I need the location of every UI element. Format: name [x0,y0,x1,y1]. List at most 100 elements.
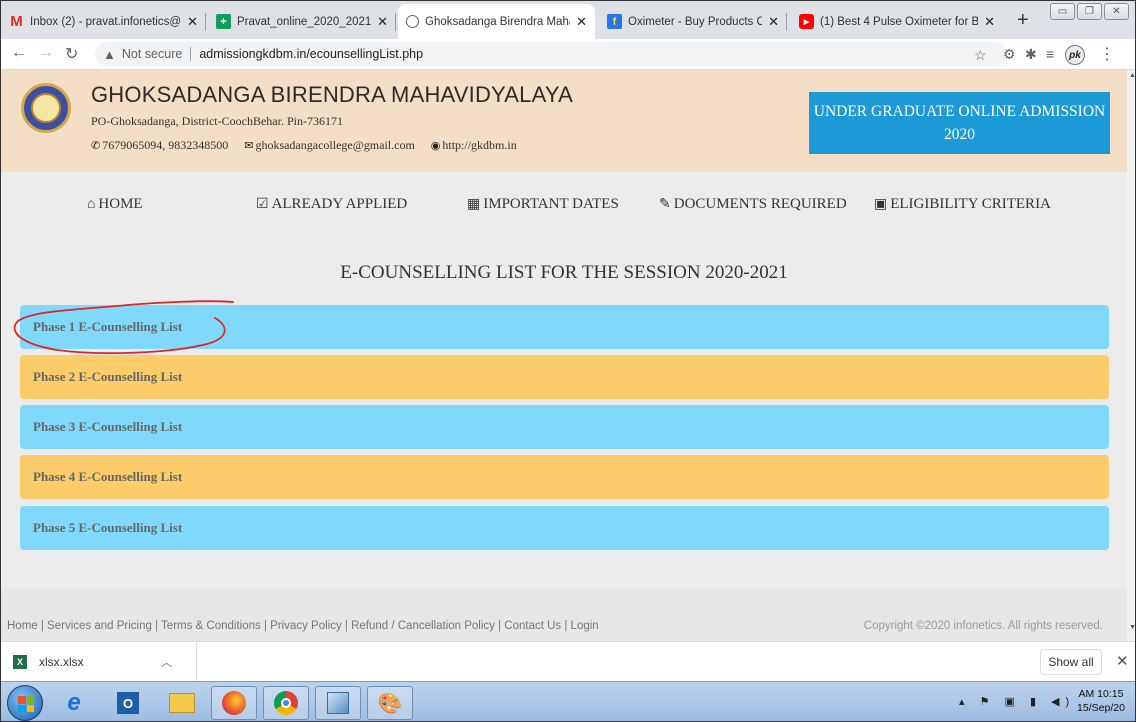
website-link[interactable]: http://gkdbm.in [442,138,516,153]
tab-title: Ghoksadanga Birendra Mahavid [425,15,570,28]
internet-explorer-icon[interactable]: e [51,686,97,720]
file-explorer-icon[interactable] [159,686,205,720]
browser-tab-strip: M Inbox (2) - pravat.infonetics@gm ✕ + P… [1,1,1135,39]
clock-time: AM 10:15 [1078,688,1124,700]
warning-triangle-icon: ▲ [103,46,116,62]
maximize-icon[interactable]: ❐ [1077,3,1102,20]
taskbar-clock[interactable]: AM 10:15 15/Sep/20 [1071,687,1131,715]
close-download-shelf-icon[interactable]: ✕ [1116,652,1129,670]
nav-documents-required[interactable]: ✎ DOCUMENTS REQUIRED [659,196,847,213]
edit-icon: ✎ [659,197,671,212]
forward-arrow-icon[interactable]: → [38,44,54,62]
phone-numbers: 7679065094, 9832348500 [102,138,229,152]
clock-date: 15/Sep/20 [1077,702,1125,714]
bookmark-star-icon[interactable]: ☆ [974,47,987,64]
reading-list-icon[interactable]: ≡ [1046,46,1054,62]
chrome-icon[interactable] [263,686,309,720]
chevron-up-icon[interactable]: ︿ [161,654,172,670]
scroll-up-arrow-icon[interactable]: ▲ [1129,72,1135,79]
close-tab-icon[interactable]: ✕ [377,14,388,30]
firefox-icon[interactable] [211,686,257,720]
nav-already-applied[interactable]: ☑ ALREADY APPLIED [256,196,407,213]
minimize-icon[interactable]: ▭ [1050,3,1075,20]
app-window-icon[interactable] [315,686,361,720]
nav-label: ELIGIBILITY CRITERIA [890,196,1051,212]
download-file-name: xlsx.xlsx [39,655,84,669]
site-header: GHOKSADANGA BIRENDRA MAHAVIDYALAYA PO-Gh… [1,70,1127,172]
footer-copyright: Copyright ©2020 infonetics. All rights r… [863,620,1103,632]
start-button[interactable] [7,685,43,721]
page-scrollbar[interactable]: ▲ ▼ [1127,70,1135,641]
profile-avatar[interactable]: pk [1065,45,1085,65]
browser-toolbar: ← → ↻ ▲ Not secure admissiongkdbm.in/eco… [1,39,1135,70]
tab-flipkart[interactable]: f Oximeter - Buy Products Online ✕ [599,4,787,39]
download-item[interactable]: X xlsx.xlsx ︿ [1,642,197,682]
tab-title: (1) Best 4 Pulse Oximeter for Blo [820,15,979,28]
screen: M Inbox (2) - pravat.infonetics@gm ✕ + P… [0,0,1136,722]
nav-label: DOCUMENTS REQUIRED [673,196,847,212]
close-tab-icon[interactable]: ✕ [768,14,779,30]
puzzle-extensions-icon[interactable]: ✱ [1025,46,1037,63]
outlook-icon[interactable]: O [105,686,151,720]
checkbox-icon: ☑ [256,197,269,212]
phase-1-list-link[interactable]: Phase 1 E-Counselling List [20,305,1109,349]
reload-icon[interactable]: ↻ [65,44,78,64]
tab-youtube[interactable]: ▶ (1) Best 4 Pulse Oximeter for Blo ✕ [791,4,1003,39]
url-text: admissiongkdbm.in/ecounsellingList.php [199,47,424,61]
main-navigation: ⌂ HOME ☑ ALREADY APPLIED ▦ IMPORTANT DAT… [1,188,1127,228]
nav-important-dates[interactable]: ▦ IMPORTANT DATES [467,196,619,213]
sheets-icon: + [216,14,231,29]
ug-online-admission-button[interactable]: UNDER GRADUATE ONLINE ADMISSION 2020 [809,92,1110,154]
college-logo [21,83,71,133]
tab-title: Inbox (2) - pravat.infonetics@gm [30,15,182,28]
contact-info: ✆ 7679065094, 9832348500 ✉ ghoksadangaco… [91,138,529,153]
list-alt-icon: ▣ [874,197,888,212]
youtube-icon: ▶ [799,14,814,29]
college-name: GHOKSADANGA BIRENDRA MAHAVIDYALAYA [91,82,573,107]
email-address[interactable]: ghoksadangacollege@gmail.com [255,138,414,153]
close-tab-icon[interactable]: ✕ [984,14,995,30]
system-tray[interactable]: ▴ ⚑ ▣ ▮ ◀) [959,695,1075,708]
menu-dots-icon[interactable]: ⋮ [1099,44,1115,64]
site-footer: Home | Services and Pricing | Terms & Co… [1,588,1127,641]
phone-icon: ✆ [91,140,101,152]
admission-button-line2: 2020 [944,126,975,143]
excel-file-icon: X [13,655,27,669]
web-page: GHOKSADANGA BIRENDRA MAHAVIDYALAYA PO-Gh… [1,70,1127,641]
tab-sheets[interactable]: + Pravat_online_2020_2021 - Goo ✕ [208,4,396,39]
tab-gmail[interactable]: M Inbox (2) - pravat.infonetics@gm ✕ [1,4,206,39]
nav-label: HOME [98,196,143,212]
flipkart-icon: f [607,14,622,29]
tab-title: Oximeter - Buy Products Online [628,15,762,28]
nav-label: ALREADY APPLIED [271,196,408,212]
security-label: Not secure [121,47,183,61]
tab-title: Pravat_online_2020_2021 - Goo [237,15,372,28]
phase-3-list-link[interactable]: Phase 3 E-Counselling List [20,405,1109,449]
footer-links[interactable]: Home | Services and Pricing | Terms & Co… [7,620,599,632]
close-tab-icon[interactable]: ✕ [576,14,587,30]
extension-icon[interactable]: ⚙ [1003,46,1016,63]
back-arrow-icon[interactable]: ← [11,44,27,62]
nav-eligibility-criteria[interactable]: ▣ ELIGIBILITY CRITERIA [874,196,1051,213]
address-bar[interactable]: ▲ Not secure admissiongkdbm.in/ecounsell… [95,42,1007,66]
home-icon: ⌂ [87,196,96,212]
globe-icon: ◉ [430,140,441,152]
scroll-down-arrow-icon[interactable]: ▼ [1129,624,1135,631]
nav-home[interactable]: ⌂ HOME [87,196,143,213]
tab-college-active[interactable]: Ghoksadanga Birendra Mahavid ✕ [398,4,595,39]
phase-4-list-link[interactable]: Phase 4 E-Counselling List [20,455,1109,499]
phase-2-list-link[interactable]: Phase 2 E-Counselling List [20,355,1109,399]
show-all-button[interactable]: Show all [1040,649,1102,675]
close-tab-icon[interactable]: ✕ [187,14,198,30]
phase-5-list-link[interactable]: Phase 5 E-Counselling List [20,506,1109,550]
nav-label: IMPORTANT DATES [483,196,619,212]
envelope-icon: ✉ [244,140,254,152]
close-window-icon[interactable]: ✕ [1104,3,1129,20]
download-shelf: X xlsx.xlsx ︿ Show all ✕ [1,641,1135,682]
new-tab-button[interactable]: + [1017,9,1029,32]
page-title: E-COUNSELLING LIST FOR THE SESSION 2020-… [340,262,788,283]
gmail-icon: M [10,13,23,30]
paint-icon[interactable]: 🎨 [367,686,413,720]
globe-icon [406,15,419,28]
window-controls: ▭ ❐ ✕ [1050,3,1129,20]
